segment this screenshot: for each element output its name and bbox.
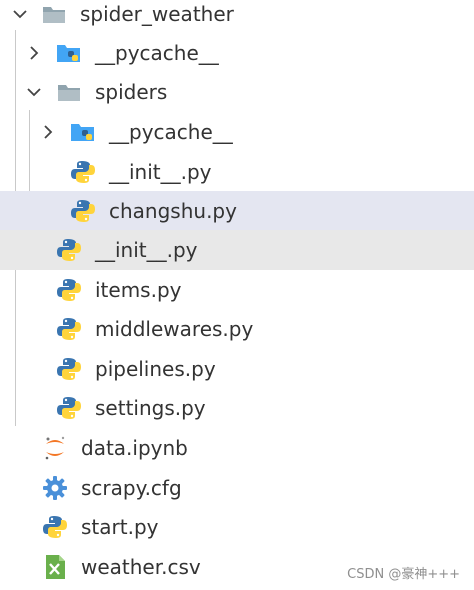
chevron-right-icon [38, 122, 58, 142]
tree-item-spiders[interactable]: spiders [0, 72, 474, 112]
tree-item-changshu-py[interactable]: changshu.py [0, 191, 474, 231]
tree-item-label: __init__.py [109, 160, 212, 184]
tree-item-label: items.py [95, 278, 182, 302]
pycache-folder-icon [70, 119, 96, 145]
jupyter-icon [42, 435, 68, 461]
tree-item-scrapy-cfg[interactable]: scrapy.cfg [0, 468, 474, 508]
chevron-down-icon [10, 4, 30, 24]
python-file-icon [70, 198, 96, 224]
python-file-icon [56, 356, 82, 382]
tree-item-init-py[interactable]: __init__.py [0, 230, 474, 270]
folder-open-icon [41, 1, 67, 27]
pycache-folder-icon [56, 40, 82, 66]
file-explorer-tree: spider_weather __pycache__ spiders __pyc… [0, 0, 474, 590]
python-file-icon [42, 514, 68, 540]
tree-item-label: spiders [95, 80, 168, 104]
python-file-icon [70, 159, 96, 185]
tree-item-label: middlewares.py [95, 317, 254, 341]
tree-item-label: weather.csv [81, 555, 201, 579]
chevron-right-icon [24, 43, 44, 63]
gear-icon [42, 475, 68, 501]
tree-item-label: __pycache__ [109, 120, 233, 144]
tree-item-middlewares-py[interactable]: middlewares.py [0, 309, 474, 349]
watermark: CSDN @豪神+++ [347, 567, 460, 582]
tree-item-pipelines-py[interactable]: pipelines.py [0, 349, 474, 389]
tree-item-label: pipelines.py [95, 357, 216, 381]
tree-item-label: spider_weather [80, 2, 234, 26]
tree-item-start-py[interactable]: start.py [0, 507, 474, 547]
tree-item-data-ipynb[interactable]: data.ipynb [0, 428, 474, 468]
tree-item-label: __pycache__ [95, 41, 219, 65]
python-file-icon [56, 277, 82, 303]
tree-item-label: start.py [81, 515, 159, 539]
tree-item-pycache[interactable]: __pycache__ [0, 112, 474, 152]
chevron-down-icon [24, 82, 44, 102]
tree-item-settings-py[interactable]: settings.py [0, 388, 474, 428]
python-file-icon [56, 237, 82, 263]
tree-item-pycache[interactable]: __pycache__ [0, 33, 474, 73]
tree-item-label: __init__.py [95, 238, 198, 262]
python-file-icon [56, 316, 82, 342]
tree-item-label: changshu.py [109, 199, 237, 223]
folder-open-icon [56, 79, 82, 105]
tree-item-label: scrapy.cfg [81, 476, 182, 500]
tree-item-items-py[interactable]: items.py [0, 270, 474, 310]
tree-item-label: settings.py [95, 396, 206, 420]
tree-item-label: data.ipynb [81, 436, 188, 460]
tree-item-init-py[interactable]: __init__.py [0, 152, 474, 192]
excel-file-icon [42, 554, 68, 580]
tree-item-spider-weather[interactable]: spider_weather [0, 0, 474, 34]
python-file-icon [56, 395, 82, 421]
